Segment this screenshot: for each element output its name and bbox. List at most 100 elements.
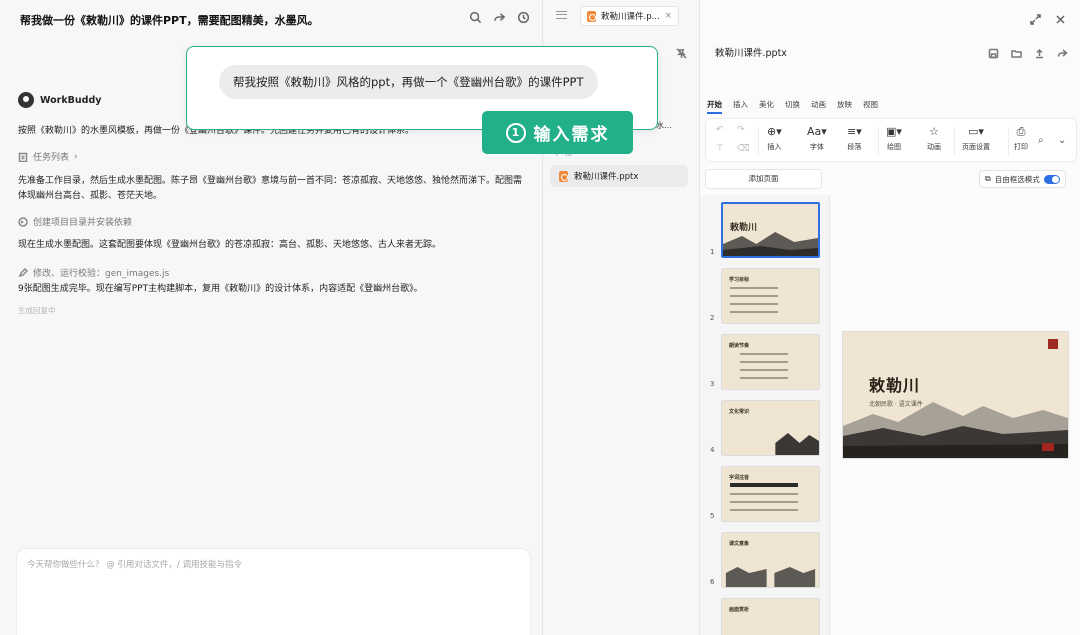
bot-header: WorkBuddy xyxy=(18,92,101,108)
red-seal-mark xyxy=(1048,339,1058,349)
document-actions xyxy=(988,44,1068,63)
chevron-down-icon[interactable]: ⌄ xyxy=(1058,135,1066,146)
add-page-button[interactable]: 添加页面 xyxy=(705,169,822,189)
slide-number: 2 xyxy=(710,314,715,322)
tool-label: 页面设置 xyxy=(962,143,990,151)
animation-button[interactable]: ☆ 动画 xyxy=(927,125,941,152)
expand-icon[interactable] xyxy=(1030,10,1041,29)
font-button[interactable]: Aa▾ 字体 xyxy=(807,125,827,152)
bot-name: WorkBuddy xyxy=(40,94,102,106)
file-item-label: 敕勒川课件.pptx xyxy=(574,172,639,182)
printer-icon: ⎙ xyxy=(1016,125,1026,138)
ribbon-tabs: 开始 插入 美化 切换 动画 放映 视图 xyxy=(707,99,878,114)
close-icon[interactable]: × xyxy=(665,11,672,21)
slide-thumbnail[interactable]: 字词注音 xyxy=(721,466,820,522)
share-icon[interactable] xyxy=(1057,44,1068,63)
bot-avatar xyxy=(18,92,34,108)
chat-message: 9张配图生成完毕。现在编写PPT主构建脚本，复用《敕勒川》的设计体系，内容适配《… xyxy=(18,284,423,294)
undo-icon[interactable]: ↶ xyxy=(716,125,724,135)
slide-thumbnail[interactable]: 课文意象 xyxy=(721,532,820,588)
task-list-label: 任务列表 xyxy=(33,153,70,163)
tab-animation[interactable]: 动画 xyxy=(811,99,826,114)
search-icon[interactable]: ⌕ xyxy=(1038,135,1044,146)
page-setup-button[interactable]: ▭▾ 页面设置 xyxy=(962,125,990,152)
step-create-dir[interactable]: 创建项目目录并安装依赖 xyxy=(18,215,132,228)
draw-button[interactable]: ▣▾ 绘图 xyxy=(886,125,902,152)
slide-thumb-title: 画面赏析 xyxy=(729,607,750,613)
app-root: 帮我做一份《敕勒川》的课件PPT，需要配图精美，水墨风。 WorkBuddy 按… xyxy=(0,0,1080,635)
pin-off-icon[interactable] xyxy=(676,44,687,63)
chat-message: 先准备工作目录，然后生成水墨配图。陈子昂《登幽州台歌》意境与前一首不同：苍凉孤寂… xyxy=(18,176,523,201)
tool-label: 插入 xyxy=(767,143,782,151)
ppt-viewer: 敕勒川课件.pptx 开始 插入 美化 切换 动画 放映 视图 ↶ ↷ ⊤ ⌫ … xyxy=(700,0,1080,635)
ppt-file-icon xyxy=(587,10,596,22)
file-tab-label: 敕勒川课件.p... xyxy=(601,12,660,22)
tab-insert[interactable]: 插入 xyxy=(733,99,748,114)
share-icon[interactable] xyxy=(492,10,506,24)
slide-thumb-title: 文化常识 xyxy=(729,409,750,415)
select-icon: ⧉ xyxy=(985,174,991,183)
folder-icon[interactable] xyxy=(1011,44,1022,63)
step-label: 修改、运行校验：gen_images.js xyxy=(33,269,170,279)
chat-input[interactable]: 今天帮你做些什么？ @ 引用对话文件，/ 调用技能与指令 xyxy=(16,548,531,635)
close-icon[interactable] xyxy=(1055,10,1066,29)
chat-header-actions xyxy=(468,10,530,24)
ppt-file-icon xyxy=(559,170,568,182)
slide-thumb-lines xyxy=(740,353,800,385)
file-tab[interactable]: 敕勒川课件.p... × xyxy=(580,6,679,26)
upload-icon[interactable] xyxy=(1034,44,1045,63)
slide-number: 5 xyxy=(710,512,715,520)
step-edit-script[interactable]: 修改、运行校验：gen_images.js xyxy=(18,266,169,279)
slide-title: 敕勒川 xyxy=(869,376,921,395)
slide-number: 4 xyxy=(710,446,715,454)
step-label: 输入需求 xyxy=(533,125,610,145)
slide-thumbnail[interactable]: 学习目标 xyxy=(721,268,820,324)
main-slide-canvas[interactable]: 敕勒川 北朝民歌 · 语文课件 xyxy=(843,332,1068,458)
slide-thumbnail[interactable]: 朗读节奏 xyxy=(721,334,820,390)
save-icon[interactable] xyxy=(988,44,999,63)
tab-home[interactable]: 开始 xyxy=(707,99,722,114)
free-mode-toggle[interactable] xyxy=(1043,174,1060,184)
task-list-toggle[interactable]: 任务列表 › xyxy=(18,150,78,163)
shapes-icon: ▣▾ xyxy=(886,125,902,138)
redo-icon[interactable]: ↷ xyxy=(737,125,745,135)
clipboard-icon xyxy=(18,152,28,162)
menu-icon[interactable] xyxy=(556,11,567,19)
slide-thumbnail[interactable]: 文化常识 xyxy=(721,400,820,456)
insert-button[interactable]: ⊕▾ 插入 xyxy=(767,125,782,152)
toolbar-divider xyxy=(954,127,955,155)
document-title: 敕勒川课件.pptx xyxy=(715,48,787,59)
free-select-mode[interactable]: ⧉ 自由框选模式 xyxy=(979,170,1066,188)
slide-number: 6 xyxy=(710,578,715,586)
slide-thumb-lines xyxy=(730,287,790,319)
step-number: 1 xyxy=(505,122,526,143)
paragraph-button[interactable]: ≡▾ 段落 xyxy=(847,125,862,152)
terminal-icon xyxy=(18,216,28,227)
tab-view[interactable]: 视图 xyxy=(863,99,878,114)
format-painter-icon[interactable]: ⊤ xyxy=(716,144,724,154)
file-item-pptx[interactable]: 敕勒川课件.pptx xyxy=(550,165,688,187)
tool-label: 绘图 xyxy=(886,143,901,151)
tab-beautify[interactable]: 美化 xyxy=(759,99,774,114)
search-icon[interactable] xyxy=(468,10,482,24)
chat-title: 帮我做一份《敕勒川》的课件PPT，需要配图精美，水墨风。 xyxy=(20,14,319,27)
slide-thumb-title: 朗读节奏 xyxy=(729,343,750,349)
tab-transition[interactable]: 切换 xyxy=(785,99,800,114)
chat-message: 现在生成水墨配图。这套配图要体现《登幽州台歌》的苍凉孤寂：高台、孤影、天地悠悠、… xyxy=(18,240,442,250)
toolbar-divider xyxy=(1008,127,1009,155)
window-controls xyxy=(1030,10,1066,29)
step-badge: 1 输入需求 xyxy=(482,111,633,154)
free-mode-label: 自由框选模式 xyxy=(994,174,1040,184)
print-button[interactable]: ⎙ 打印 xyxy=(1014,125,1028,152)
pencil-icon xyxy=(18,267,28,277)
chevron-right-icon: › xyxy=(74,151,78,162)
tool-label: 打印 xyxy=(1014,143,1028,151)
slide-thumbnail[interactable]: 敕勒川 xyxy=(721,202,820,258)
eraser-icon[interactable]: ⌫ xyxy=(737,144,750,154)
chat-input-placeholder: 今天帮你做些什么？ @ 引用对话文件，/ 调用技能与指令 xyxy=(27,560,242,570)
history-icon[interactable] xyxy=(516,10,530,24)
slide-thumbnail[interactable]: 画面赏析 xyxy=(721,598,820,635)
slide-thumb-lines xyxy=(730,483,815,517)
step-label: 创建项目目录并安装依赖 xyxy=(33,218,133,228)
tab-slideshow[interactable]: 放映 xyxy=(837,99,852,114)
